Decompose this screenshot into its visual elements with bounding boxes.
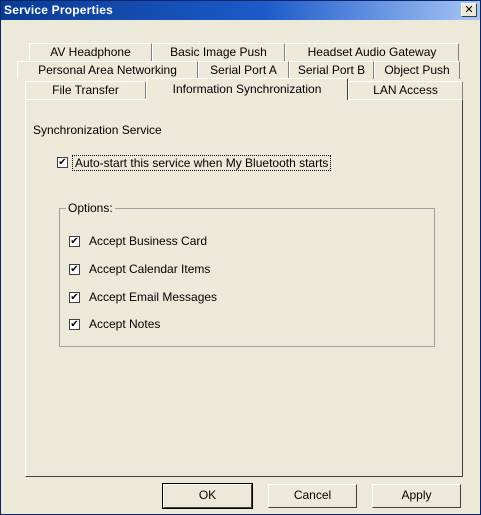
tab-serial-port-b[interactable]: Serial Port B [289,61,374,79]
tab-object-push[interactable]: Object Push [374,61,460,79]
ok-button[interactable]: OK [162,483,253,509]
tab-label: Headset Audio Gateway [307,45,437,59]
tab-personal-area-networking[interactable]: Personal Area Networking [17,61,198,79]
tab-label: LAN Access [373,83,438,97]
tab-lan-access[interactable]: LAN Access [348,81,463,99]
accept-email-messages-label[interactable]: Accept Email Messages [89,290,217,304]
tab-label: Serial Port B [297,63,366,77]
close-button[interactable]: ✕ [461,3,477,17]
accept-business-card-label[interactable]: Accept Business Card [89,234,207,248]
tab-av-headphone[interactable]: AV Headphone [29,43,152,61]
tab-label: File Transfer [52,83,119,97]
cancel-button-label: Cancel [293,488,332,502]
close-icon: ✕ [464,3,474,16]
window-title: Service Properties [4,3,113,17]
accept-calendar-items-label[interactable]: Accept Calendar Items [89,262,210,276]
tab-headset-audio-gateway[interactable]: Headset Audio Gateway [285,43,459,61]
service-properties-dialog: Service Properties ✕ AV Headphone Basic … [0,0,481,515]
tab-label: Basic Image Push [170,45,267,59]
accept-calendar-items-checkbox[interactable]: ✔ [69,264,80,275]
section-title: Synchronization Service [33,123,162,137]
apply-button-label: Apply [401,488,432,502]
tab-serial-port-a[interactable]: Serial Port A [198,61,289,79]
accept-notes-label[interactable]: Accept Notes [89,317,160,331]
tab-label: Serial Port A [210,63,277,77]
tab-label: AV Headphone [50,45,131,59]
tab-information-synchronization[interactable]: Information Synchronization [146,78,348,100]
tab-label: Object Push [384,63,450,77]
cancel-button[interactable]: Cancel [268,484,357,508]
check-icon: ✔ [70,236,79,247]
tab-file-transfer[interactable]: File Transfer [25,81,146,99]
tab-label: Personal Area Networking [38,63,177,77]
title-bar[interactable]: Service Properties ✕ [1,1,480,20]
apply-button[interactable]: Apply [372,484,461,508]
accept-notes-checkbox[interactable]: ✔ [69,319,80,330]
ok-button-label: OK [198,488,217,502]
check-icon: ✔ [70,319,79,330]
tab-label: Information Synchronization [172,82,322,96]
autostart-checkbox[interactable]: ✔ [57,157,68,168]
check-icon: ✔ [70,292,79,303]
accept-business-card-checkbox[interactable]: ✔ [69,236,80,247]
accept-email-messages-checkbox[interactable]: ✔ [69,292,80,303]
autostart-label[interactable]: Auto-start this service when My Bluetoot… [72,155,332,171]
check-icon: ✔ [58,157,67,168]
check-icon: ✔ [70,264,79,275]
tab-basic-image-push[interactable]: Basic Image Push [152,43,285,61]
options-legend: Options: [66,201,115,215]
